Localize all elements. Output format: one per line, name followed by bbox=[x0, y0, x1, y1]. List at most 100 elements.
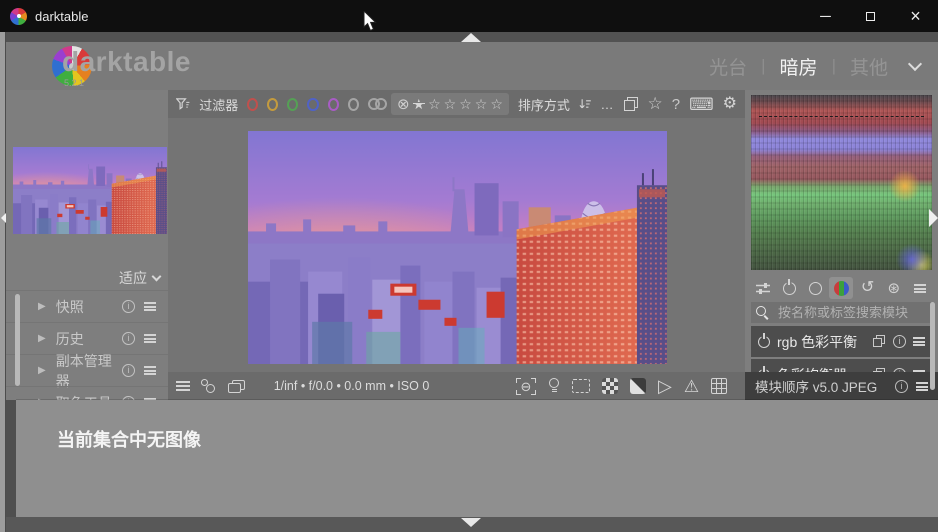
focus-peaking-icon[interactable]: ⊖ bbox=[516, 378, 536, 395]
presets-menu-icon[interactable] bbox=[144, 302, 156, 311]
color-label-toggle-icon[interactable] bbox=[368, 98, 382, 110]
presets-menu-icon[interactable] bbox=[144, 334, 156, 343]
star-4-icon[interactable]: ☆ bbox=[475, 96, 488, 113]
group-effects-icon[interactable]: ⊛ bbox=[882, 277, 906, 299]
more-options-label[interactable]: … bbox=[601, 97, 615, 112]
star-3-icon[interactable]: ☆ bbox=[459, 96, 472, 113]
color-label-purple[interactable] bbox=[328, 98, 339, 111]
top-panel-expander-icon[interactable] bbox=[461, 33, 481, 42]
star-2-icon[interactable]: ☆ bbox=[444, 96, 457, 113]
star-5-icon[interactable]: ☆ bbox=[490, 96, 503, 113]
maximize-button[interactable] bbox=[848, 0, 893, 32]
group-base-circle-icon[interactable] bbox=[803, 277, 827, 299]
right-panel-collapse-icon[interactable] bbox=[929, 209, 938, 227]
waveform-scope[interactable] bbox=[751, 95, 932, 270]
panel-snapshots[interactable]: ▶ 快照 i bbox=[6, 290, 168, 322]
star-1-icon[interactable]: ☆ bbox=[428, 96, 441, 113]
overlays-star-icon[interactable]: ☆ bbox=[648, 94, 663, 114]
color-assessment-bulb-icon[interactable] bbox=[548, 378, 560, 394]
close-button[interactable]: × bbox=[893, 0, 938, 32]
reset-icon[interactable]: i bbox=[893, 335, 906, 348]
star-zero-icon[interactable]: ★ bbox=[413, 96, 426, 113]
views-chevron-down-icon[interactable] bbox=[908, 56, 922, 70]
expand-arrow-icon: ▶ bbox=[38, 301, 46, 312]
left-panel: 适应 ▶ 快照 i ▶ 历史 i ▶ 副本管理器 i ▶ 取色工具 i bbox=[6, 90, 168, 400]
sort-order-icon[interactable] bbox=[579, 97, 592, 111]
module-search[interactable] bbox=[751, 302, 932, 323]
raw-overexposed-icon[interactable] bbox=[572, 379, 590, 393]
view-separator: | bbox=[832, 56, 836, 76]
presets-menu-icon[interactable] bbox=[144, 366, 156, 375]
group-power-icon[interactable] bbox=[777, 277, 801, 299]
color-label-none[interactable] bbox=[348, 98, 359, 111]
darkroom-canvas[interactable] bbox=[168, 118, 745, 372]
filmstrip-left-gutter bbox=[6, 400, 16, 517]
module-power-icon[interactable] bbox=[758, 336, 770, 348]
darktable-logo-icon bbox=[10, 8, 27, 25]
overexposed-checker-icon[interactable] bbox=[602, 378, 618, 394]
color-label-red[interactable] bbox=[247, 98, 258, 111]
filter-funnel-icon[interactable] bbox=[176, 96, 190, 112]
grouping-icon[interactable] bbox=[624, 97, 639, 112]
color-label-yellow[interactable] bbox=[267, 98, 278, 111]
navigation-thumbnail-image bbox=[13, 147, 167, 234]
maximize-icon bbox=[866, 12, 875, 21]
info-icon[interactable]: i bbox=[895, 380, 908, 393]
color-label-blue[interactable] bbox=[307, 98, 318, 111]
info-icon[interactable]: i bbox=[122, 300, 135, 313]
edited-photo[interactable] bbox=[248, 131, 667, 364]
top-toolbar: 过滤器 ⊗ ★ ☆ ☆ ☆ ☆ ☆ 排序方式 … ☆ ? ⌨ ⚙ bbox=[168, 90, 745, 118]
zoom-chevron-down-icon bbox=[152, 271, 162, 281]
module-presets-icon[interactable] bbox=[913, 337, 925, 346]
panel-color-picker[interactable]: ▶ 取色工具 i bbox=[6, 386, 168, 400]
zoom-mode-value: 适应 bbox=[119, 268, 147, 288]
guides-grid-icon[interactable] bbox=[711, 378, 727, 394]
window-title: darktable bbox=[35, 9, 88, 24]
panel-label: 历史 bbox=[56, 329, 122, 349]
exif-info: 1/inf • f/0.0 • 0.0 mm • ISO 0 bbox=[168, 372, 535, 400]
presets-menu-icon[interactable] bbox=[916, 382, 928, 391]
group-correct-loop-icon[interactable]: ↺ bbox=[856, 277, 880, 299]
view-separator: | bbox=[761, 56, 765, 76]
module-label: rgb 色彩平衡 bbox=[777, 332, 866, 352]
tab-other[interactable]: 其他 bbox=[850, 53, 888, 80]
module-order-bar[interactable]: 模块顺序 v5.0 JPEG i bbox=[745, 372, 938, 400]
color-label-green[interactable] bbox=[287, 98, 298, 111]
panel-label: 取色工具 bbox=[56, 393, 122, 401]
tab-darkroom[interactable]: 暗房 bbox=[780, 53, 818, 80]
active-modules-sliders-icon[interactable] bbox=[751, 277, 775, 299]
panel-history[interactable]: ▶ 历史 i bbox=[6, 322, 168, 354]
panel-duplicate-manager[interactable]: ▶ 副本管理器 i bbox=[6, 354, 168, 386]
softproof-play-icon[interactable]: ▷ bbox=[658, 377, 672, 395]
preferences-gear-icon[interactable]: ⚙ bbox=[723, 96, 737, 112]
left-panel-scrollbar[interactable] bbox=[15, 294, 20, 386]
right-panel-scrollbar[interactable] bbox=[930, 302, 935, 390]
waveform-clip-line bbox=[759, 116, 924, 117]
header: darktable 5.2.1 光台 | 暗房 | 其他 bbox=[6, 42, 938, 90]
help-button[interactable]: ? bbox=[672, 96, 680, 113]
module-color-balance-rgb[interactable]: rgb 色彩平衡 i bbox=[751, 326, 932, 357]
navigation-thumbnail[interactable] bbox=[13, 147, 167, 234]
tab-lighttable[interactable]: 光台 bbox=[709, 53, 747, 80]
shortcuts-keyboard-icon[interactable]: ⌨ bbox=[689, 96, 714, 113]
reject-icon[interactable]: ⊗ bbox=[397, 95, 410, 113]
view-switcher: 光台 | 暗房 | 其他 bbox=[709, 42, 920, 90]
minimize-button[interactable]: ─ bbox=[803, 0, 848, 32]
group-color-rgb-icon[interactable] bbox=[829, 277, 853, 299]
info-icon[interactable]: i bbox=[122, 364, 135, 377]
filter-label: 过滤器 bbox=[199, 95, 238, 114]
gamut-warning-icon[interactable]: ⚠ bbox=[684, 378, 699, 395]
panel-label: 副本管理器 bbox=[56, 351, 122, 391]
multi-instance-icon[interactable] bbox=[873, 335, 886, 348]
expand-arrow-icon: ▶ bbox=[38, 365, 46, 376]
sort-label: 排序方式 bbox=[518, 95, 570, 114]
zoom-mode-dropdown[interactable]: 适应 bbox=[119, 268, 160, 288]
title-bar[interactable]: darktable ─ × bbox=[0, 0, 938, 32]
bottom-panel-expander-icon[interactable] bbox=[461, 518, 481, 527]
info-icon[interactable]: i bbox=[122, 332, 135, 345]
filmstrip-panel[interactable]: 当前集合中无图像 bbox=[16, 400, 938, 517]
module-search-input[interactable] bbox=[776, 304, 927, 321]
mouse-cursor bbox=[363, 11, 379, 33]
clipping-warning-icon[interactable] bbox=[630, 378, 646, 394]
group-presets-menu-icon[interactable] bbox=[908, 277, 932, 299]
